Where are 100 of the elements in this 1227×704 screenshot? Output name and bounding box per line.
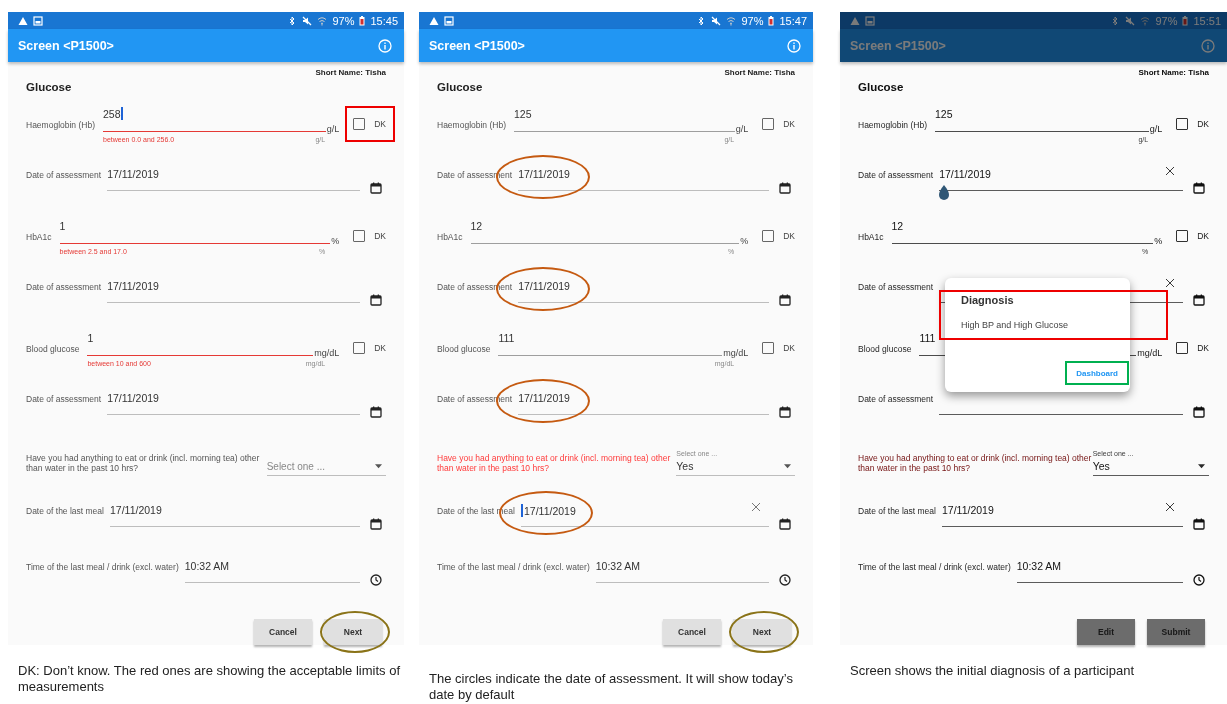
field-label: Blood glucose (858, 344, 912, 354)
calendar-icon[interactable] (1193, 182, 1205, 194)
input-line[interactable] (87, 355, 314, 356)
dialog-title: Diagnosis (961, 294, 1015, 306)
battery-percent: 97% (1155, 14, 1178, 27)
field-label: Date of the last meal (26, 506, 104, 516)
field-value: 10:32 AM (595, 560, 641, 572)
input-field[interactable]: 17/11/2019 (109, 504, 360, 527)
unit-label: g/L (735, 124, 749, 134)
input-field[interactable]: 17/11/2019 (518, 168, 769, 191)
dk-checkbox[interactable] (353, 230, 366, 242)
dk-checkbox[interactable] (762, 230, 775, 242)
clock-time: 15:45 (370, 14, 398, 27)
calendar-icon[interactable] (1193, 406, 1205, 418)
input-field[interactable]: 10:32 AM (1016, 560, 1183, 583)
field-value: 1 (59, 219, 66, 232)
mute-icon (1125, 15, 1136, 26)
clock-time: 15:47 (779, 14, 807, 27)
input-field[interactable]: 17/11/2019 (941, 504, 1183, 527)
dk-label: DK (1197, 119, 1209, 129)
screen-title: Screen <P1500> (850, 38, 947, 53)
input-line[interactable] (59, 243, 331, 244)
input-line[interactable] (935, 131, 1149, 132)
caption-text: DK: Don’t know. The red ones are showing the acceptable limits of measurements (17, 663, 402, 695)
field-value: 17/11/2019 (109, 504, 162, 516)
input-line[interactable] (891, 243, 1154, 244)
caret-icon (375, 463, 382, 469)
calendar-icon[interactable] (1193, 294, 1205, 306)
short-name: Short Name: Tisha (315, 68, 386, 77)
calendar-icon[interactable] (779, 406, 791, 418)
secondary-button[interactable]: Cancel (663, 619, 721, 645)
field-value: 17/11/2019 (523, 504, 576, 517)
input-field[interactable]: 17/11/2019 (107, 168, 360, 191)
info-icon[interactable] (378, 38, 392, 53)
wifi-icon (1140, 15, 1151, 26)
input-field[interactable]: 10:32 AM (184, 560, 360, 583)
short-name: Short Name: Tisha (1138, 68, 1209, 77)
battery-icon (359, 15, 366, 26)
calendar-icon[interactable] (1193, 518, 1205, 530)
calendar-icon[interactable] (779, 182, 791, 194)
screen-title: Screen <P1500> (429, 38, 526, 53)
input-line[interactable] (498, 355, 723, 356)
primary-button[interactable]: Next (733, 619, 791, 645)
unit-label: mg/dL (1137, 348, 1163, 358)
secondary-button[interactable]: Cancel (254, 619, 312, 645)
caret-icon (784, 463, 791, 469)
dk-checkbox[interactable] (1176, 342, 1189, 354)
input-field[interactable]: 10:32 AM (595, 560, 769, 583)
clear-icon[interactable] (1165, 502, 1175, 512)
input-field[interactable]: 17/11/2019 (518, 280, 769, 303)
dk-checkbox[interactable] (1176, 118, 1189, 130)
field-value: 17/11/2019 (518, 280, 570, 292)
input-field[interactable]: 17/11/2019 (518, 392, 769, 415)
clock-icon[interactable] (779, 574, 791, 586)
field-value: 17/11/2019 (939, 168, 991, 180)
image-icon (33, 15, 43, 26)
field-label: Date of the last meal (858, 506, 936, 516)
section-title: Glucose (26, 81, 73, 95)
dk-checkbox[interactable] (762, 342, 775, 354)
dk-checkbox[interactable] (762, 118, 775, 130)
calendar-icon[interactable] (370, 518, 382, 530)
dk-checkbox[interactable] (1176, 230, 1189, 242)
dk-checkbox[interactable] (353, 342, 366, 354)
dk-label: DK (783, 119, 795, 129)
unit-label: % (740, 236, 749, 246)
primary-button[interactable]: Next (324, 619, 382, 645)
calendar-icon[interactable] (779, 294, 791, 306)
clock-icon[interactable] (370, 574, 382, 586)
input-line[interactable] (514, 131, 735, 132)
unit-label: g/L (326, 124, 340, 134)
clock-icon[interactable] (1193, 574, 1205, 586)
input-field[interactable]: 17/11/2019 (520, 504, 769, 527)
input-field[interactable]: 17/11/2019 (107, 280, 360, 303)
text-handle-icon[interactable] (937, 185, 952, 201)
input-field[interactable]: 17/11/2019 (107, 392, 360, 415)
section-title: Glucose (437, 81, 484, 95)
wifi-icon (317, 15, 328, 26)
calendar-icon[interactable] (370, 182, 382, 194)
screen-title: Screen <P1500> (18, 38, 115, 53)
input-line[interactable] (470, 243, 740, 244)
field-value: 10:32 AM (1016, 560, 1062, 572)
dk-label: DK (374, 343, 386, 353)
image-icon (444, 15, 454, 26)
field-value: 111 (498, 331, 515, 344)
input-line[interactable] (103, 131, 326, 132)
field-label: Time of the last meal / drink (excl. water) (858, 562, 1011, 572)
calendar-icon[interactable] (370, 406, 382, 418)
field-value: 17/11/2019 (518, 168, 570, 180)
info-icon[interactable] (787, 38, 801, 53)
calendar-icon[interactable] (370, 294, 382, 306)
dk-checkbox[interactable] (353, 118, 366, 130)
battery-icon (768, 15, 775, 26)
field-label: Date of assessment (26, 282, 102, 292)
clear-icon[interactable] (1165, 166, 1175, 176)
calendar-icon[interactable] (779, 518, 791, 530)
clear-icon[interactable] (1165, 278, 1175, 288)
field-label: HbA1c (26, 232, 52, 242)
dropdown-field[interactable]: Select one ... (266, 441, 386, 476)
caret-icon (1198, 463, 1205, 469)
question-label: Have you had anything to eat or drink (incl. morning tea) other than water in the past 10 hrs? (858, 453, 1093, 473)
